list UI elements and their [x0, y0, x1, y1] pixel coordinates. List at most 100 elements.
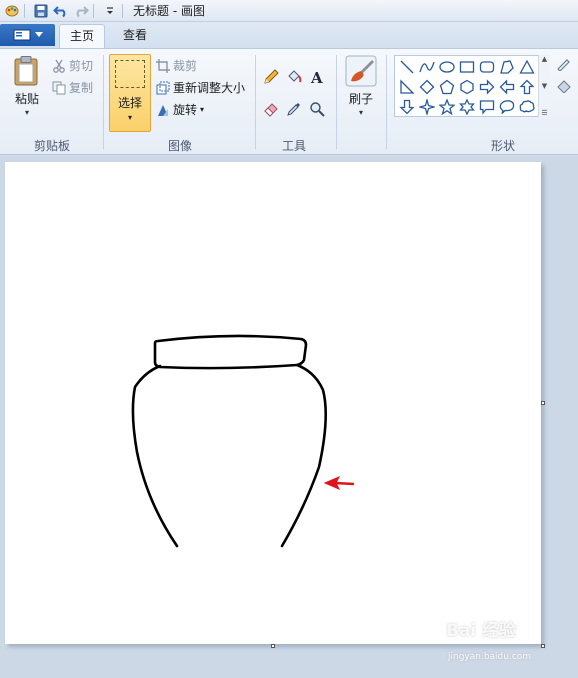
canvas-resize-handle-right[interactable] [541, 401, 545, 405]
triangle-shape-icon[interactable] [517, 57, 537, 77]
drawing-canvas[interactable] [5, 162, 541, 644]
eyedropper-icon [287, 103, 300, 116]
select-button[interactable]: 选择 ▾ [109, 54, 151, 132]
crop-label: 裁剪 [173, 59, 198, 73]
outline-button[interactable] [556, 57, 572, 71]
canvas-resize-handle-corner[interactable] [541, 644, 545, 648]
rectangle-shape-icon[interactable] [457, 57, 477, 77]
crop-icon [156, 58, 170, 73]
down-arrow-shape-icon[interactable] [397, 97, 417, 117]
shapes-gallery-scrollbar[interactable]: ▲ ▼ ☰ [538, 55, 550, 117]
diamond-shape-icon[interactable] [417, 77, 437, 97]
rotate-icon [158, 104, 168, 116]
text-tool[interactable]: A [307, 67, 327, 87]
select-label: 选择 [117, 96, 142, 110]
window-title: 无标题 - 画图 [133, 4, 205, 18]
shapes-gallery [394, 55, 550, 117]
cut-label: 剪切 [69, 59, 94, 73]
resize-button[interactable]: 重新调整大小 [156, 79, 245, 96]
resize-label: 重新调整大小 [173, 81, 246, 95]
paint-menu-button[interactable] [0, 24, 55, 46]
oval-callout-shape-icon[interactable] [497, 97, 517, 117]
paste-label: 粘贴 [14, 92, 39, 106]
qat-separator [24, 3, 25, 18]
gallery-more-icon[interactable]: ☰ [541, 109, 547, 117]
fill-shape-button[interactable] [556, 79, 572, 93]
polygon-shape-icon[interactable] [497, 57, 517, 77]
customize-dropdown-icon[interactable] [102, 3, 118, 19]
copy-icon [52, 81, 66, 94]
five-point-star-shape-icon[interactable] [437, 97, 457, 117]
baidu-watermark-url: jingyan.baidu.com [448, 652, 532, 662]
magnifier-icon [310, 102, 325, 117]
brush-icon [345, 55, 377, 87]
group-label-tools: 工具 [281, 139, 306, 153]
line-shape-icon[interactable] [397, 57, 417, 77]
rotate-label: 旋转 [173, 103, 198, 117]
left-arrow-shape-icon[interactable] [497, 77, 517, 97]
chevron-down-icon: ▾ [127, 113, 132, 122]
rectangular-callout-shape-icon[interactable] [477, 97, 497, 117]
save-icon[interactable] [33, 3, 49, 19]
group-label-image: 图像 [167, 139, 192, 153]
scissors-icon [53, 59, 65, 73]
rotate-button[interactable]: 旋转 ▾ [156, 101, 204, 118]
fill-shape-icon [557, 80, 571, 93]
qat-separator [93, 3, 94, 18]
redo-icon[interactable] [73, 3, 89, 19]
paint-bucket-icon [288, 70, 302, 83]
copy-button[interactable]: 复制 [52, 79, 93, 96]
brushes-button[interactable]: 刷子 ▾ [343, 55, 379, 117]
group-label-clipboard: 剪贴板 [33, 139, 70, 153]
menu-icon [13, 29, 30, 41]
magnifier-tool[interactable] [307, 99, 327, 119]
annotation-arrow [323, 476, 355, 490]
right-arrow-shape-icon[interactable] [477, 77, 497, 97]
chevron-down-icon [34, 32, 43, 37]
title-bar: 无标题 - 画图 [0, 0, 578, 22]
group-label-shapes: 形状 [490, 139, 515, 153]
chevron-down-icon: ▾ [358, 108, 363, 117]
pencil-tool[interactable] [261, 67, 281, 87]
clipboard-icon [14, 56, 38, 86]
canvas-resize-handle-bottom[interactable] [271, 644, 275, 648]
rounded-rectangle-shape-icon[interactable] [477, 57, 497, 77]
copy-label: 复制 [69, 81, 94, 95]
tab-home[interactable]: 主页 [59, 24, 105, 48]
pencil-icon [264, 69, 279, 84]
oval-shape-icon[interactable] [437, 57, 457, 77]
up-arrow-shape-icon[interactable] [517, 77, 537, 97]
selection-rectangle-icon [115, 60, 145, 88]
cloud-callout-shape-icon[interactable] [517, 97, 537, 117]
resize-icon [156, 81, 170, 94]
right-triangle-shape-icon[interactable] [397, 77, 417, 97]
pentagon-shape-icon[interactable] [437, 77, 457, 97]
chevron-down-icon: ▾ [200, 105, 205, 114]
eraser-tool[interactable] [261, 99, 281, 119]
vase-drawing [131, 334, 355, 548]
six-point-star-shape-icon[interactable] [457, 97, 477, 117]
crop-button[interactable]: 裁剪 [156, 57, 197, 74]
tab-view[interactable]: 查看 [113, 24, 157, 48]
scroll-down-icon[interactable]: ▼ [542, 82, 547, 90]
brushes-label: 刷子 [348, 92, 373, 106]
ribbon-home: 粘贴 ▾ 剪切 复制 剪贴板 选择 ▾ 裁剪 重新调整大小 旋转 ▾ 图像 A [0, 48, 578, 155]
group-separator [255, 55, 256, 149]
outline-icon [557, 59, 570, 71]
paint-app-icon[interactable] [4, 3, 20, 19]
four-point-star-shape-icon[interactable] [417, 97, 437, 117]
paste-button[interactable]: 粘贴 ▾ [9, 55, 45, 117]
baidu-watermark: Bai 经验 [446, 621, 517, 641]
hexagon-shape-icon[interactable] [457, 77, 477, 97]
group-separator [386, 55, 387, 149]
qat-separator [122, 3, 123, 18]
undo-icon[interactable] [53, 3, 69, 19]
svg-text:A: A [310, 69, 323, 85]
scroll-up-icon[interactable]: ▲ [542, 55, 547, 63]
group-separator [103, 55, 104, 149]
color-picker-tool[interactable] [284, 99, 304, 119]
ribbon-tabs: 主页 查看 [0, 22, 578, 48]
curve-shape-icon[interactable] [417, 57, 437, 77]
fill-tool[interactable] [284, 67, 304, 87]
cut-button[interactable]: 剪切 [52, 57, 93, 74]
